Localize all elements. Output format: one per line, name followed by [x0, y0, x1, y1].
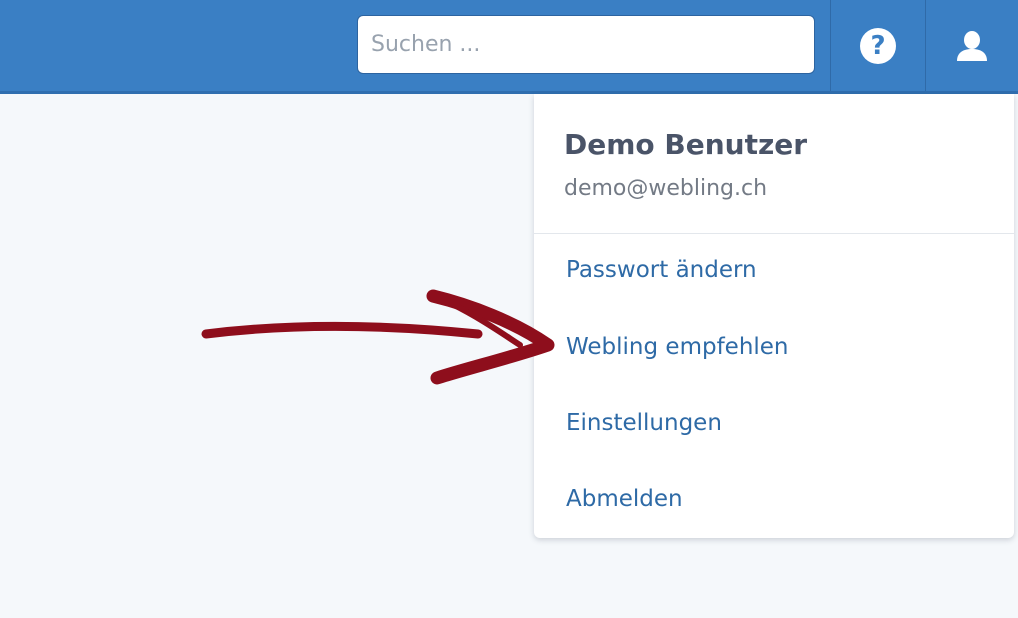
page: ? Demo Benutzer demo@webling.ch Passwort…: [0, 0, 1018, 618]
user-menu-button[interactable]: [926, 0, 1018, 91]
menu-divider: [534, 233, 1014, 234]
user-icon: [957, 30, 987, 61]
hand-drawn-arrow-icon: [201, 289, 555, 385]
help-button[interactable]: ?: [832, 0, 924, 91]
menu-item-logout[interactable]: Abmelden: [566, 486, 683, 512]
user-dropdown-menu: Demo Benutzer demo@webling.ch Passwort ä…: [534, 94, 1014, 538]
question-circle-icon: ?: [860, 27, 896, 64]
toolbar-divider: [830, 0, 831, 91]
user-name: Demo Benutzer: [564, 128, 808, 161]
